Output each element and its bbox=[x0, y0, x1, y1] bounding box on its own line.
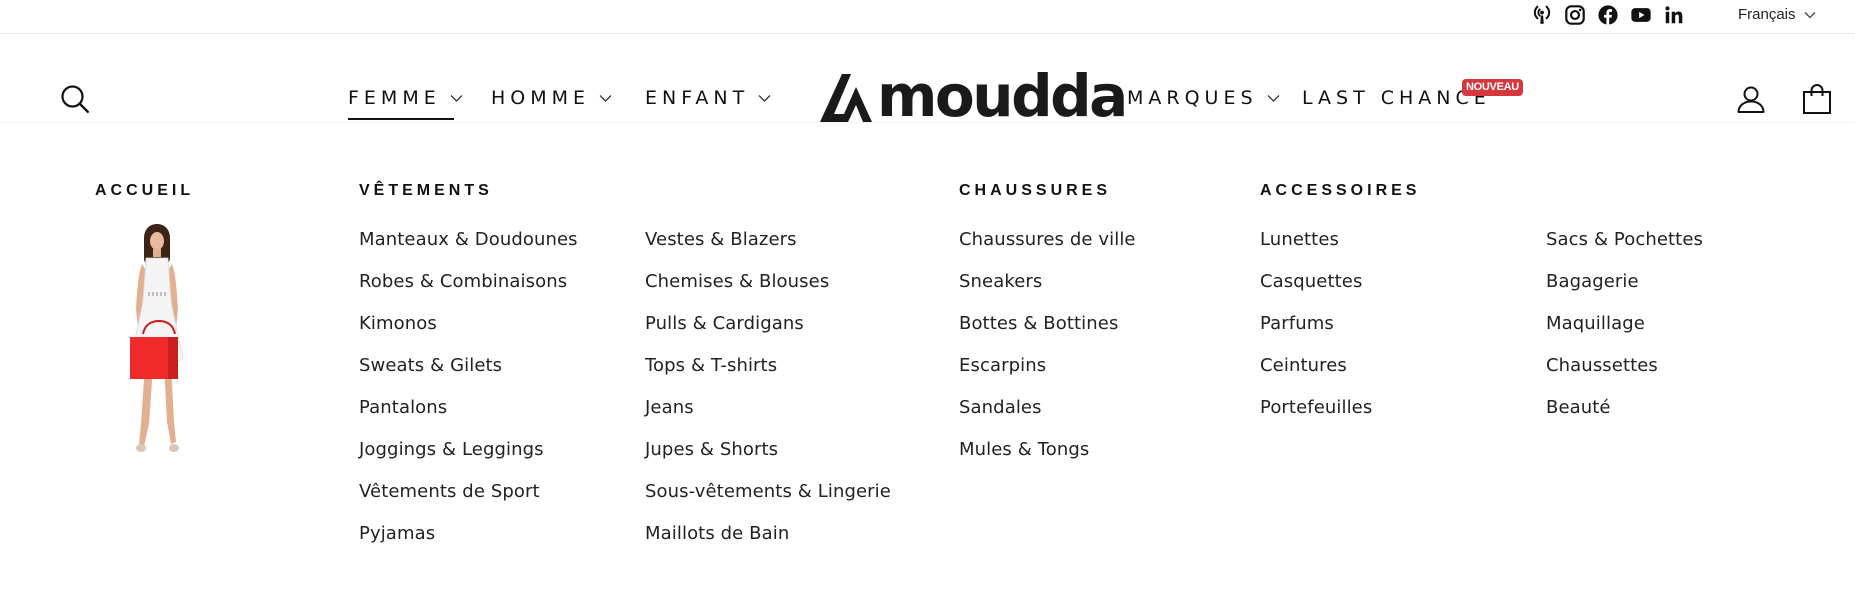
menu-link[interactable]: Joggings & Leggings bbox=[359, 438, 578, 480]
search-icon[interactable] bbox=[59, 83, 91, 115]
menu-link[interactable]: Lunettes bbox=[1260, 228, 1372, 270]
menu-link[interactable]: Chaussettes bbox=[1546, 354, 1703, 396]
chevron-down-icon bbox=[1267, 94, 1279, 102]
language-selector[interactable]: Français bbox=[1738, 6, 1816, 23]
menu-link[interactable]: Escarpins bbox=[959, 354, 1136, 396]
menu-link[interactable]: Parfums bbox=[1260, 312, 1372, 354]
nav-enfant[interactable]: ENFANT bbox=[645, 87, 771, 109]
section-title-vetements[interactable]: VÊTEMENTS bbox=[359, 182, 493, 200]
menu-link[interactable]: Casquettes bbox=[1260, 270, 1372, 312]
menu-link[interactable]: Robes & Combinaisons bbox=[359, 270, 578, 312]
chevron-down-icon bbox=[450, 94, 463, 102]
podcast-icon[interactable] bbox=[1530, 3, 1554, 27]
menu-link[interactable]: Maquillage bbox=[1546, 312, 1703, 354]
clothing-column-2: Vestes & Blazers Chemises & Blouses Pull… bbox=[645, 228, 891, 564]
accessories-column-2: Sacs & Pochettes Bagagerie Maquillage Ch… bbox=[1546, 228, 1703, 438]
moudda-logo[interactable]: moudda bbox=[820, 66, 1128, 126]
promo-image[interactable] bbox=[112, 224, 204, 462]
shoes-column: Chaussures de ville Sneakers Bottes & Bo… bbox=[959, 228, 1136, 480]
accessories-column-1: Lunettes Casquettes Parfums Ceintures Po… bbox=[1260, 228, 1372, 438]
nav-femme[interactable]: FEMME bbox=[348, 87, 463, 109]
nav-homme-label: HOMME bbox=[491, 87, 591, 109]
cart-icon[interactable] bbox=[1800, 82, 1834, 116]
menu-link[interactable]: Sweats & Gilets bbox=[359, 354, 578, 396]
top-utility-bar: Français bbox=[0, 0, 1855, 34]
menu-link[interactable]: Pantalons bbox=[359, 396, 578, 438]
menu-link[interactable]: Chaussures de ville bbox=[959, 228, 1136, 270]
menu-link[interactable]: Vêtements de Sport bbox=[359, 480, 578, 522]
linkedin-icon[interactable] bbox=[1662, 3, 1686, 27]
chevron-down-icon bbox=[1804, 11, 1815, 18]
account-icon[interactable] bbox=[1735, 83, 1767, 115]
menu-link[interactable]: Tops & T-shirts bbox=[645, 354, 891, 396]
clothing-column-1: Manteaux & Doudounes Robes & Combinaison… bbox=[359, 228, 578, 564]
menu-link[interactable]: Bottes & Bottines bbox=[959, 312, 1136, 354]
new-badge: NOUVEAU bbox=[1462, 79, 1523, 96]
nav-enfant-label: ENFANT bbox=[645, 87, 750, 109]
menu-link[interactable]: Sous-vêtements & Lingerie bbox=[645, 480, 891, 522]
nav-homme[interactable]: HOMME bbox=[491, 87, 612, 109]
menu-link[interactable]: Pyjamas bbox=[359, 522, 578, 564]
menu-link[interactable]: Vestes & Blazers bbox=[645, 228, 891, 270]
logo-text: moudda bbox=[877, 62, 1128, 130]
active-nav-underline bbox=[348, 118, 454, 120]
menu-link[interactable]: Portefeuilles bbox=[1260, 396, 1372, 438]
nav-marques-label: MARQUES bbox=[1127, 87, 1258, 109]
menu-link[interactable]: Kimonos bbox=[359, 312, 578, 354]
menu-link[interactable]: Pulls & Cardigans bbox=[645, 312, 891, 354]
chevron-down-icon bbox=[758, 94, 771, 102]
menu-link[interactable]: Sandales bbox=[959, 396, 1136, 438]
menu-link[interactable]: Bagagerie bbox=[1546, 270, 1703, 312]
section-title-accueil[interactable]: ACCUEIL bbox=[95, 182, 194, 200]
menu-link[interactable]: Jeans bbox=[645, 396, 891, 438]
menu-link[interactable]: Sneakers bbox=[959, 270, 1136, 312]
menu-link[interactable]: Mules & Tongs bbox=[959, 438, 1136, 480]
menu-link[interactable]: Sacs & Pochettes bbox=[1546, 228, 1703, 270]
menu-link[interactable]: Ceintures bbox=[1260, 354, 1372, 396]
menu-link[interactable]: Beauté bbox=[1546, 396, 1703, 438]
instagram-icon[interactable] bbox=[1563, 3, 1587, 27]
chevron-down-icon bbox=[599, 94, 612, 102]
logo-mark-icon bbox=[820, 74, 872, 122]
menu-link[interactable]: Jupes & Shorts bbox=[645, 438, 891, 480]
youtube-icon[interactable] bbox=[1629, 3, 1653, 27]
section-title-chaussures[interactable]: CHAUSSURES bbox=[959, 182, 1111, 200]
social-links bbox=[1530, 3, 1695, 27]
facebook-icon[interactable] bbox=[1596, 3, 1620, 27]
section-title-accessoires[interactable]: ACCESSOIRES bbox=[1260, 182, 1420, 200]
language-label: Français bbox=[1738, 6, 1796, 23]
menu-link[interactable]: Manteaux & Doudounes bbox=[359, 228, 578, 270]
nav-marques[interactable]: MARQUES bbox=[1127, 87, 1280, 109]
menu-link[interactable]: Chemises & Blouses bbox=[645, 270, 891, 312]
nav-femme-label: FEMME bbox=[348, 87, 441, 109]
menu-link[interactable]: Maillots de Bain bbox=[645, 522, 891, 564]
